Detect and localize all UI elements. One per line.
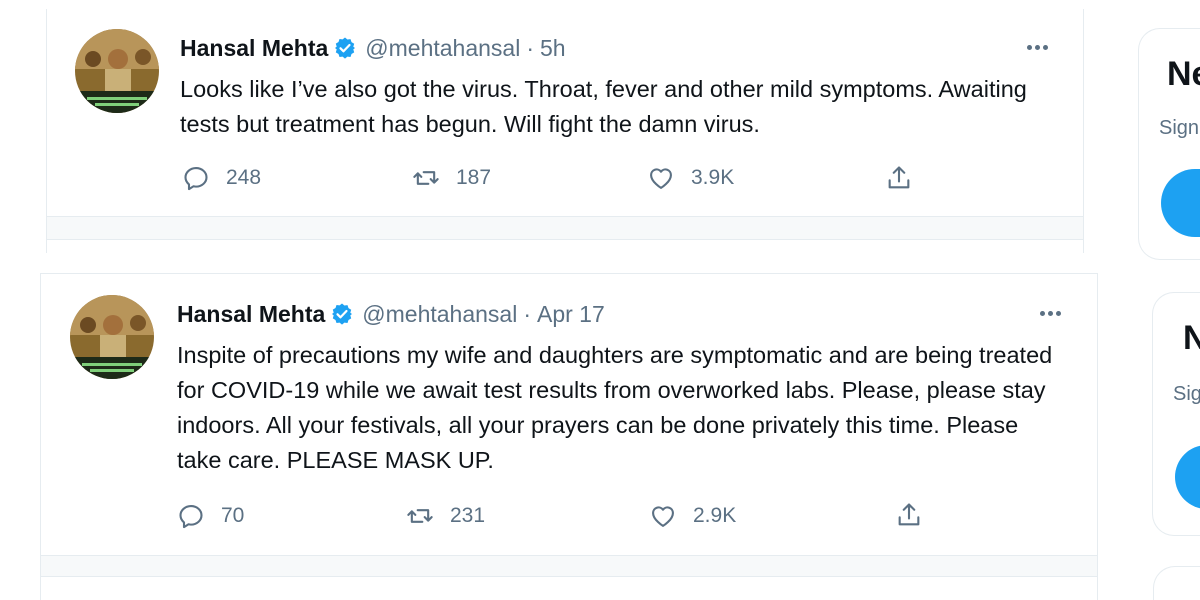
reply-icon	[177, 502, 205, 530]
reply-button[interactable]: 248	[182, 164, 261, 192]
tweet-divider	[46, 217, 1084, 239]
retweet-icon	[406, 502, 434, 530]
sidebar-signup-card: Ne Sign	[1138, 28, 1200, 260]
reply-button[interactable]: 70	[177, 502, 244, 530]
avatar[interactable]	[70, 295, 154, 379]
tweet-divider	[40, 556, 1098, 576]
retweet-count: 231	[450, 504, 486, 527]
avatar[interactable]	[75, 29, 159, 113]
share-button[interactable]	[895, 501, 923, 529]
share-icon	[895, 501, 923, 529]
sidebar-signup-button[interactable]	[1161, 169, 1200, 237]
verified-badge-icon	[330, 302, 354, 326]
sidebar-card-title: N	[1183, 319, 1200, 358]
tweet-text: Inspite of precautions my wife and daugh…	[177, 342, 1053, 473]
like-count: 3.9K	[691, 166, 735, 189]
more-options-icon[interactable]	[1040, 311, 1061, 316]
more-options-icon[interactable]	[1027, 45, 1048, 50]
next-tweet-card	[46, 239, 1084, 253]
tweet-text: Looks like I’ve also got the virus. Thro…	[180, 76, 1027, 137]
retweet-button[interactable]: 231	[406, 502, 485, 530]
retweet-button[interactable]: 187	[412, 164, 491, 192]
separator-dot: ·	[526, 34, 534, 61]
sidebar-card-subtitle: Sig	[1173, 383, 1200, 405]
retweet-icon	[412, 164, 440, 192]
share-icon	[885, 164, 913, 192]
author-name[interactable]: Hansal Mehta	[180, 35, 328, 62]
like-icon	[649, 502, 677, 530]
reply-count: 248	[226, 166, 262, 189]
separator-dot: ·	[523, 300, 531, 327]
tweet-header: Hansal Mehta @mehtahansal · 5h	[180, 33, 566, 63]
sidebar-card-subtitle: Sign	[1159, 117, 1200, 139]
next-tweet-card	[40, 576, 1098, 600]
tweet-timestamp[interactable]: 5h	[540, 35, 566, 62]
sidebar-card-title: Ne	[1167, 55, 1200, 93]
tweet-header: Hansal Mehta @mehtahansal · Apr 17	[177, 299, 605, 329]
sidebar-card	[1153, 566, 1200, 600]
reply-icon	[182, 164, 210, 192]
verified-badge-icon	[333, 36, 357, 60]
sidebar-signup-card: N Sig	[1152, 292, 1200, 536]
reply-count: 70	[221, 504, 245, 527]
author-handle[interactable]: @mehtahansal	[365, 35, 520, 62]
tweet-timestamp[interactable]: Apr 17	[537, 301, 605, 328]
like-button[interactable]: 2.9K	[649, 502, 736, 530]
author-handle[interactable]: @mehtahansal	[362, 301, 517, 328]
share-button[interactable]	[885, 164, 913, 192]
like-button[interactable]: 3.9K	[647, 164, 734, 192]
like-count: 2.9K	[693, 504, 737, 527]
sidebar-signup-button[interactable]	[1175, 445, 1200, 509]
retweet-count: 187	[456, 166, 492, 189]
author-name[interactable]: Hansal Mehta	[177, 301, 325, 328]
like-icon	[647, 164, 675, 192]
